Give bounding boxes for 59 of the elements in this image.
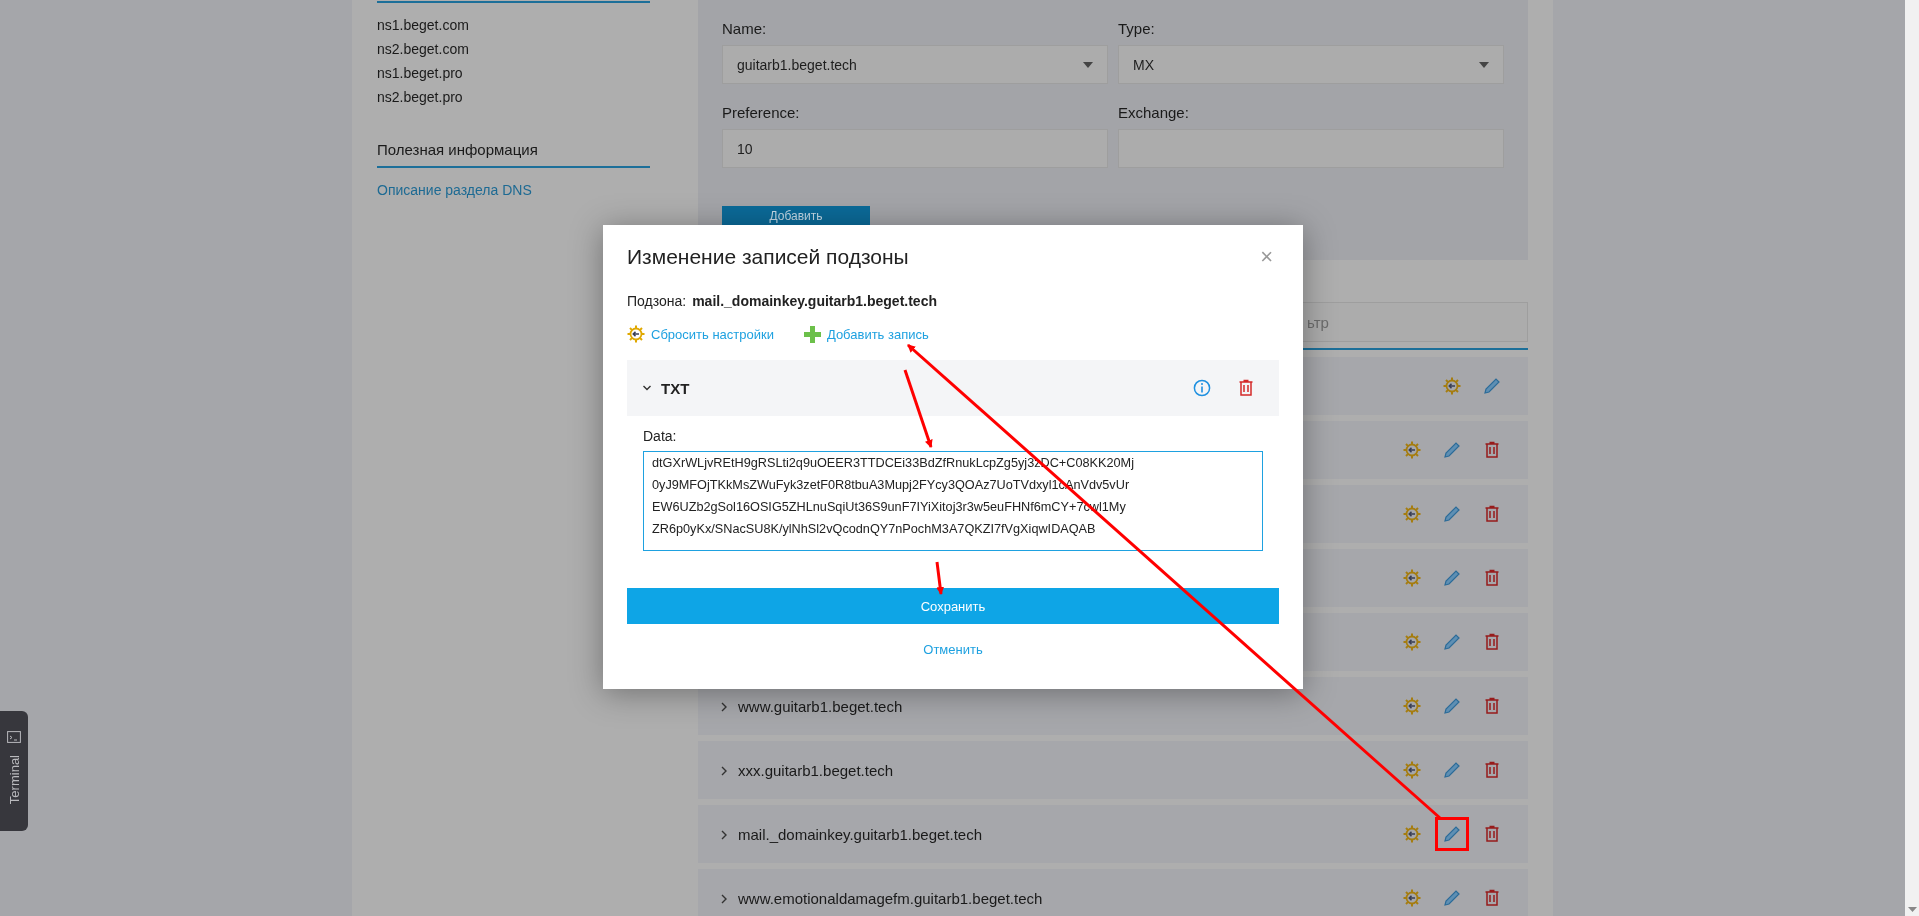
chevron-icon (720, 829, 728, 840)
chevron-icon (720, 893, 728, 904)
record-name: www.emotionaldamagefm.guitarb1.beget.tech (738, 889, 1044, 907)
chevron-icon (643, 383, 651, 393)
save-button[interactable]: Сохранить (627, 588, 1279, 624)
pencil-icon (1442, 440, 1462, 460)
ns-server: ns1.beget.com (377, 16, 470, 35)
trash-icon (1484, 697, 1500, 715)
terminal-tab[interactable]: Terminal (0, 711, 28, 831)
pencil-icon (1442, 696, 1462, 716)
pencil-icon (1442, 568, 1462, 588)
trash-icon (1238, 379, 1254, 397)
pencil-icon (1442, 888, 1462, 908)
field-label: Preference: (722, 104, 801, 121)
info-link[interactable]: Описание раздела DNS (377, 182, 650, 198)
cancel-link[interactable]: Отменить (627, 642, 1279, 657)
terminal-icon (7, 731, 21, 743)
record-name: www.guitarb1.beget.tech (738, 697, 904, 715)
plus-icon (803, 325, 821, 343)
trash-icon (1484, 633, 1500, 651)
info-icon (1193, 379, 1211, 397)
field-label: Name: (722, 20, 768, 37)
ns-server: ns2.beget.pro (377, 88, 464, 107)
caret-icon (1083, 61, 1093, 68)
ns-server: ns1.beget.pro (377, 64, 464, 83)
select-field[interactable]: guitarb1.beget.tech (722, 45, 1108, 84)
edit-button[interactable] (1435, 817, 1469, 851)
subzone-name: mail._domainkey.guitarb1.beget.tech (692, 293, 937, 309)
trash-icon (1484, 505, 1500, 523)
pencil-icon (1442, 824, 1462, 844)
trash-icon (1484, 889, 1500, 907)
record-type: TXT (661, 379, 691, 397)
trash-icon (1484, 761, 1500, 779)
chevron-icon (720, 765, 728, 776)
trash-icon (1484, 441, 1500, 459)
subzone-label: Подзона: (627, 293, 687, 309)
modal-title: Изменение записей подзоны (627, 245, 909, 269)
input-field[interactable]: 10 (722, 129, 1108, 168)
scrollbar[interactable] (1905, 0, 1919, 916)
add-record-link[interactable]: Добавить запись (803, 325, 929, 343)
pencil-icon (1482, 376, 1502, 396)
ns-server: ns2.beget.com (377, 40, 470, 59)
scroll-down-icon (1907, 907, 1917, 912)
field-label: Exchange: (1118, 104, 1190, 121)
pencil-icon (1442, 632, 1462, 652)
section-heading: Полезная информация (377, 141, 650, 168)
chevron-icon (720, 701, 728, 712)
reset-link[interactable]: Сбросить настройки (627, 325, 774, 343)
record-name: mail._domainkey.guitarb1.beget.tech (738, 825, 984, 843)
caret-icon (1479, 61, 1489, 68)
trash-icon (1484, 569, 1500, 587)
close-button[interactable]: × (1254, 244, 1279, 270)
select-field[interactable]: MX (1118, 45, 1504, 84)
field-label: Type: (1118, 20, 1156, 37)
field-label: Data: (643, 428, 678, 444)
record-name: xxx.guitarb1.beget.tech (738, 761, 895, 779)
trash-icon (1484, 825, 1500, 843)
pencil-icon (1442, 760, 1462, 780)
pencil-icon (1442, 504, 1462, 524)
